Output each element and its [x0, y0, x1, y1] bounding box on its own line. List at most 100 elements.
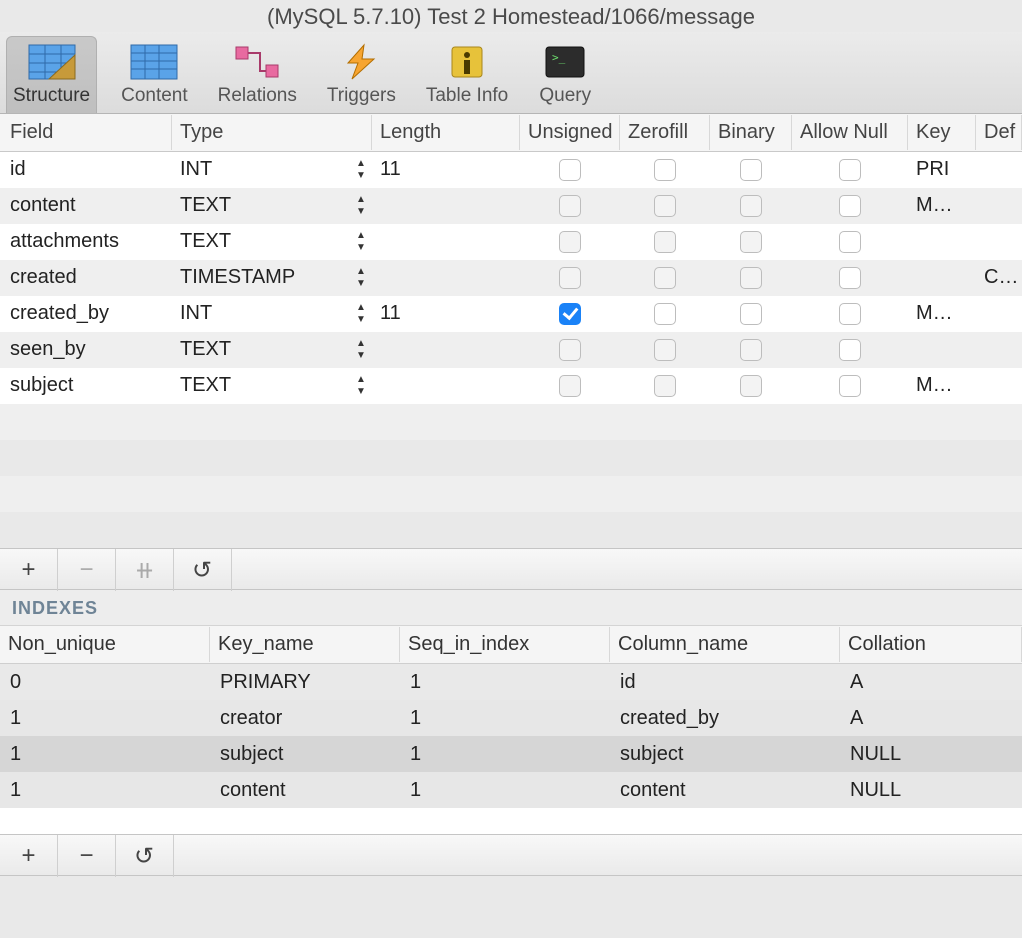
- col-zerofill[interactable]: Zerofill: [620, 115, 710, 150]
- table-row[interactable]: attachmentsTEXT: [0, 224, 1022, 260]
- checkbox[interactable]: [559, 231, 581, 253]
- refresh-indexes-button[interactable]: ↻: [116, 835, 174, 877]
- checkbox[interactable]: [839, 303, 861, 325]
- add-field-button[interactable]: +: [0, 549, 58, 591]
- tab-query[interactable]: >_ Query: [532, 37, 598, 113]
- checkbox[interactable]: [654, 267, 676, 289]
- add-index-button[interactable]: +: [0, 835, 58, 877]
- checkbox[interactable]: [654, 231, 676, 253]
- index-row[interactable]: 1content1contentNULL: [0, 772, 1022, 808]
- checkbox[interactable]: [559, 267, 581, 289]
- cell-field: id: [0, 154, 172, 185]
- cell-length[interactable]: [372, 346, 520, 354]
- cell-length[interactable]: 11: [372, 298, 520, 329]
- cell-key: M…: [908, 370, 976, 401]
- tab-structure[interactable]: Structure: [6, 36, 97, 113]
- cell-type[interactable]: TEXT: [172, 334, 372, 365]
- table-row[interactable]: idINT11PRI: [0, 152, 1022, 188]
- cell-length[interactable]: 11: [372, 154, 520, 185]
- cell-type[interactable]: INT: [172, 154, 372, 185]
- checkbox[interactable]: [740, 339, 762, 361]
- col-type[interactable]: Type: [172, 115, 372, 150]
- indexes-header: Non_unique Key_name Seq_in_index Column_…: [0, 626, 1022, 664]
- cell-key: M…: [908, 190, 976, 221]
- col-keyname[interactable]: Key_name: [210, 627, 400, 662]
- checkbox[interactable]: [559, 159, 581, 181]
- table-row[interactable]: createdTIMESTAMPCUI: [0, 260, 1022, 296]
- cell-length[interactable]: [372, 382, 520, 390]
- tab-content[interactable]: Content: [115, 37, 194, 113]
- checkbox[interactable]: [839, 159, 861, 181]
- checkbox[interactable]: [654, 159, 676, 181]
- checkbox[interactable]: [654, 303, 676, 325]
- checkbox[interactable]: [740, 231, 762, 253]
- remove-index-button[interactable]: −: [58, 835, 116, 877]
- cell-type[interactable]: TEXT: [172, 226, 372, 257]
- table-row[interactable]: subjectTEXTM…: [0, 368, 1022, 404]
- cell-length[interactable]: [372, 202, 520, 210]
- cell-nonunique: 1: [0, 703, 210, 734]
- checkbox[interactable]: [559, 375, 581, 397]
- table-row[interactable]: contentTEXTM…: [0, 188, 1022, 224]
- table-row[interactable]: seen_byTEXT: [0, 332, 1022, 368]
- checkbox[interactable]: [839, 231, 861, 253]
- type-stepper[interactable]: [354, 302, 368, 325]
- indexes-section-label: INDEXES: [0, 590, 1022, 626]
- info-icon: [440, 41, 494, 83]
- type-stepper[interactable]: [354, 374, 368, 397]
- checkbox[interactable]: [740, 267, 762, 289]
- checkbox[interactable]: [839, 339, 861, 361]
- checkbox[interactable]: [839, 267, 861, 289]
- table-row[interactable]: created_byINT11M…: [0, 296, 1022, 332]
- type-stepper[interactable]: [354, 230, 368, 253]
- checkbox[interactable]: [839, 195, 861, 217]
- relations-icon: [230, 41, 284, 83]
- checkbox[interactable]: [740, 303, 762, 325]
- index-row[interactable]: 1creator1created_byA: [0, 700, 1022, 736]
- checkbox[interactable]: [559, 303, 581, 325]
- refresh-fields-button[interactable]: ↻: [174, 549, 232, 591]
- cell-length[interactable]: [372, 274, 520, 282]
- checkbox[interactable]: [839, 375, 861, 397]
- col-field[interactable]: Field: [0, 115, 172, 150]
- cell-columnname: content: [610, 775, 840, 806]
- col-columnname[interactable]: Column_name: [610, 627, 840, 662]
- cell-type[interactable]: TEXT: [172, 190, 372, 221]
- col-collation[interactable]: Collation: [840, 627, 1022, 662]
- remove-field-button[interactable]: −: [58, 549, 116, 591]
- cell-length[interactable]: [372, 238, 520, 246]
- cell-type[interactable]: INT: [172, 298, 372, 329]
- checkbox[interactable]: [654, 339, 676, 361]
- col-unsigned[interactable]: Unsigned: [520, 115, 620, 150]
- index-row[interactable]: 0PRIMARY1idA: [0, 664, 1022, 700]
- cell-key: [908, 274, 976, 282]
- type-stepper[interactable]: [354, 266, 368, 289]
- triggers-icon: [334, 41, 388, 83]
- col-seq[interactable]: Seq_in_index: [400, 627, 610, 662]
- checkbox[interactable]: [654, 375, 676, 397]
- index-row[interactable]: 1subject1subjectNULL: [0, 736, 1022, 772]
- col-default[interactable]: Def: [976, 115, 1022, 150]
- checkbox[interactable]: [740, 195, 762, 217]
- checkbox[interactable]: [740, 375, 762, 397]
- col-allownull[interactable]: Allow Null: [792, 115, 908, 150]
- type-stepper[interactable]: [354, 338, 368, 361]
- indexes-grid: 0PRIMARY1idA1creator1created_byA1subject…: [0, 664, 1022, 808]
- tab-relations[interactable]: Relations: [212, 37, 303, 113]
- cell-type[interactable]: TEXT: [172, 370, 372, 401]
- col-key[interactable]: Key: [908, 115, 976, 150]
- checkbox[interactable]: [740, 159, 762, 181]
- col-binary[interactable]: Binary: [710, 115, 792, 150]
- checkbox[interactable]: [559, 339, 581, 361]
- link-field-button[interactable]: ⧺: [116, 549, 174, 591]
- tab-triggers[interactable]: Triggers: [321, 37, 402, 113]
- type-stepper[interactable]: [354, 158, 368, 181]
- tab-table-info[interactable]: Table Info: [420, 37, 514, 113]
- col-nonunique[interactable]: Non_unique: [0, 627, 210, 662]
- col-length[interactable]: Length: [372, 115, 520, 150]
- cell-type[interactable]: TIMESTAMP: [172, 262, 372, 293]
- type-stepper[interactable]: [354, 194, 368, 217]
- cell-collation: NULL: [840, 775, 1022, 806]
- checkbox[interactable]: [654, 195, 676, 217]
- checkbox[interactable]: [559, 195, 581, 217]
